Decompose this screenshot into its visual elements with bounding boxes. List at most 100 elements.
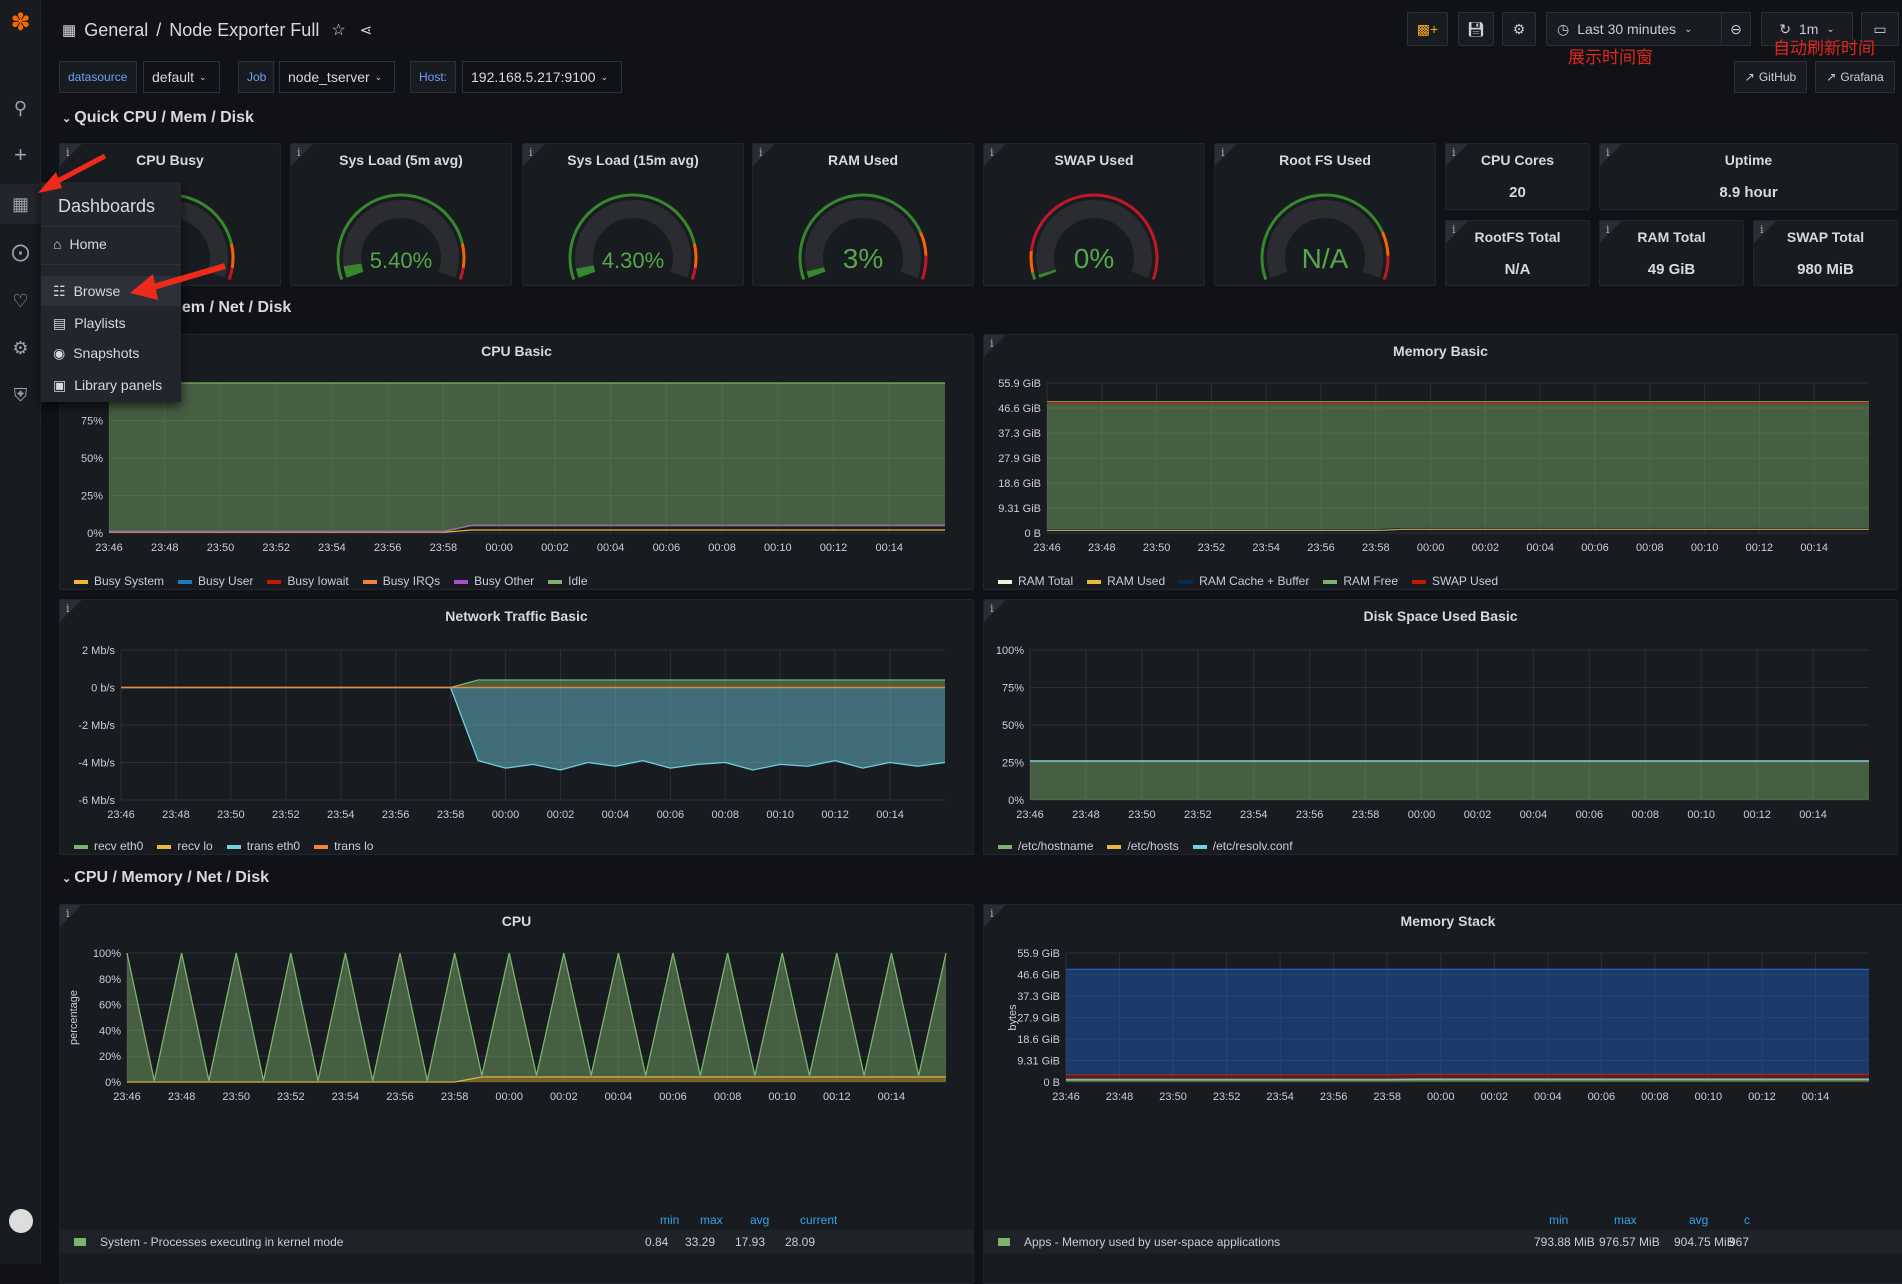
compass-icon[interactable]: ⨀: [0, 232, 41, 272]
star-icon[interactable]: ☆: [331, 20, 345, 40]
gauge-value: 0%: [1074, 243, 1114, 274]
menu-item-browse[interactable]: ☷Browse: [41, 276, 181, 306]
search-icon[interactable]: ⚲: [0, 88, 41, 128]
menu-item-playlists[interactable]: ▤Playlists: [41, 308, 181, 338]
x-tick-label: 23:56: [1307, 542, 1335, 554]
legend-item[interactable]: RAM Used: [1087, 574, 1165, 588]
gauge-threshold-band: [1031, 251, 1033, 273]
gear-icon[interactable]: ⚙: [0, 328, 41, 368]
x-tick-label: 00:08: [714, 1091, 742, 1103]
legend-item[interactable]: Busy Other: [454, 574, 534, 588]
grafana-logo-icon[interactable]: ✽: [0, 2, 41, 42]
job-select[interactable]: node_tserver⌄: [279, 61, 395, 93]
gauge-value-bar: [585, 267, 587, 275]
row-quick-cpu-mem-disk[interactable]: ⌄ Quick CPU / Mem / Disk: [62, 109, 254, 127]
avatar[interactable]: [0, 1201, 41, 1241]
share-icon[interactable]: ⋖: [360, 21, 373, 39]
x-tick-label: 23:50: [1143, 542, 1171, 554]
host-value: 192.168.5.217:9100: [471, 69, 596, 85]
legend-item[interactable]: recv lo: [157, 839, 212, 853]
x-tick-label: 00:00: [492, 809, 520, 821]
x-tick-label: 00:04: [1520, 809, 1548, 821]
gauge-threshold-band: [694, 244, 696, 268]
chart-svg: 0%25%50%75%100%23:4623:4823:5023:5223:54…: [60, 335, 973, 589]
dashboard-title[interactable]: Node Exporter Full: [169, 20, 319, 41]
breadcrumb-folder[interactable]: General: [84, 20, 148, 41]
save-button[interactable]: 💾︎: [1458, 12, 1494, 46]
legend-label: /etc/hostname: [1018, 839, 1093, 853]
legend-item[interactable]: Busy Iowait: [267, 574, 348, 588]
row-cpu-memory-net-disk[interactable]: ⌄ CPU / Memory / Net / Disk: [62, 869, 269, 887]
legend-item[interactable]: SWAP Used: [1412, 574, 1498, 588]
legend-column-header[interactable]: min: [660, 1213, 679, 1227]
legend-item[interactable]: Idle: [548, 574, 587, 588]
legend-column-header[interactable]: avg: [750, 1213, 769, 1227]
x-tick-label: 23:50: [207, 542, 235, 554]
legend-value: 17.93: [735, 1235, 765, 1249]
legend-column-header[interactable]: avg: [1689, 1213, 1708, 1227]
shield-icon[interactable]: ⛨: [0, 375, 41, 415]
legend-item[interactable]: /etc/hostname: [998, 839, 1093, 853]
x-tick-label: 00:10: [768, 1091, 796, 1103]
menu-item-library-panels[interactable]: ▣Library panels: [41, 370, 181, 400]
host-select[interactable]: 192.168.5.217:9100⌄: [462, 61, 622, 93]
x-tick-label: 00:04: [602, 809, 630, 821]
x-tick-label: 00:00: [1408, 809, 1436, 821]
gauge: N/A: [1215, 144, 1435, 286]
legend-column-header[interactable]: c: [1744, 1213, 1750, 1227]
zoom-out-button[interactable]: ⊖: [1721, 12, 1751, 46]
legend-value: 967: [1729, 1235, 1749, 1249]
legend-table-row[interactable]: Apps - Memory used by user-space applica…: [984, 1230, 1902, 1254]
plus-icon[interactable]: +: [0, 135, 41, 175]
row-title: CPU / Memory / Net / Disk: [74, 869, 269, 886]
x-tick-label: 00:02: [547, 809, 575, 821]
x-tick-label: 23:46: [1016, 809, 1044, 821]
legend-item[interactable]: RAM Cache + Buffer: [1179, 574, 1309, 588]
legend-item[interactable]: RAM Total: [998, 574, 1073, 588]
legend-label: trans lo: [334, 839, 373, 853]
time-picker[interactable]: ◷ Last 30 minutes ⌄: [1546, 12, 1722, 46]
legend-value: 976.57 MiB: [1599, 1235, 1660, 1249]
legend-item[interactable]: trans lo: [314, 839, 373, 853]
y-tick-label: 46.6 GiB: [1017, 969, 1060, 981]
menu-item-home[interactable]: ⌂Home: [41, 229, 181, 259]
gauge: 4.30%: [523, 144, 743, 286]
legend-item[interactable]: Busy User: [178, 574, 253, 588]
legend-swatch: [998, 1238, 1010, 1246]
stat-value: N/A: [1446, 261, 1589, 278]
legend-item[interactable]: /etc/resolv.conf: [1193, 839, 1293, 853]
legend-swatch: [157, 845, 171, 849]
legend-column-header[interactable]: min: [1549, 1213, 1568, 1227]
x-tick-label: 00:04: [1526, 542, 1554, 554]
legend-column-header[interactable]: current: [800, 1213, 837, 1227]
legend-item[interactable]: Busy System: [74, 574, 164, 588]
bell-icon[interactable]: ♡: [0, 281, 41, 321]
x-tick-label: 00:12: [1743, 809, 1771, 821]
github-link[interactable]: ↗GitHub: [1734, 61, 1807, 93]
chevron-down-icon: ⌄: [62, 113, 74, 125]
breadcrumb: ▦ General / Node Exporter Full ☆ ⋖: [62, 16, 372, 44]
legend-item[interactable]: trans eth0: [227, 839, 300, 853]
datasource-select[interactable]: default⌄: [143, 61, 220, 93]
x-tick-label: 00:14: [876, 809, 904, 821]
add-panel-button[interactable]: ▩+: [1407, 12, 1448, 46]
x-tick-label: 23:58: [1352, 809, 1380, 821]
grafana-link[interactable]: ↗Grafana: [1815, 61, 1895, 93]
grafana-link-label: Grafana: [1840, 70, 1883, 84]
camera-icon: ◉: [53, 345, 65, 362]
legend-table-row[interactable]: System - Processes executing in kernel m…: [60, 1230, 973, 1254]
settings-button[interactable]: ⚙: [1502, 12, 1536, 46]
x-tick-label: 00:10: [764, 542, 792, 554]
menu-item-snapshots[interactable]: ◉Snapshots: [41, 338, 181, 368]
stat-value: 8.9 hour: [1600, 184, 1897, 201]
x-tick-label: 00:08: [1636, 542, 1664, 554]
legend-item[interactable]: Busy IRQs: [363, 574, 440, 588]
dashboards-menu-title[interactable]: Dashboards: [58, 196, 155, 217]
legend-column-header[interactable]: max: [1614, 1213, 1637, 1227]
dashboards-icon[interactable]: ▦: [0, 184, 41, 224]
legend-item[interactable]: /etc/hosts: [1107, 839, 1178, 853]
legend-column-header[interactable]: max: [700, 1213, 723, 1227]
legend-item[interactable]: recv eth0: [74, 839, 143, 853]
legend-item[interactable]: RAM Free: [1323, 574, 1398, 588]
chart-svg: -6 Mb/s-4 Mb/s-2 Mb/s0 b/s2 Mb/s23:4623:…: [60, 600, 973, 854]
